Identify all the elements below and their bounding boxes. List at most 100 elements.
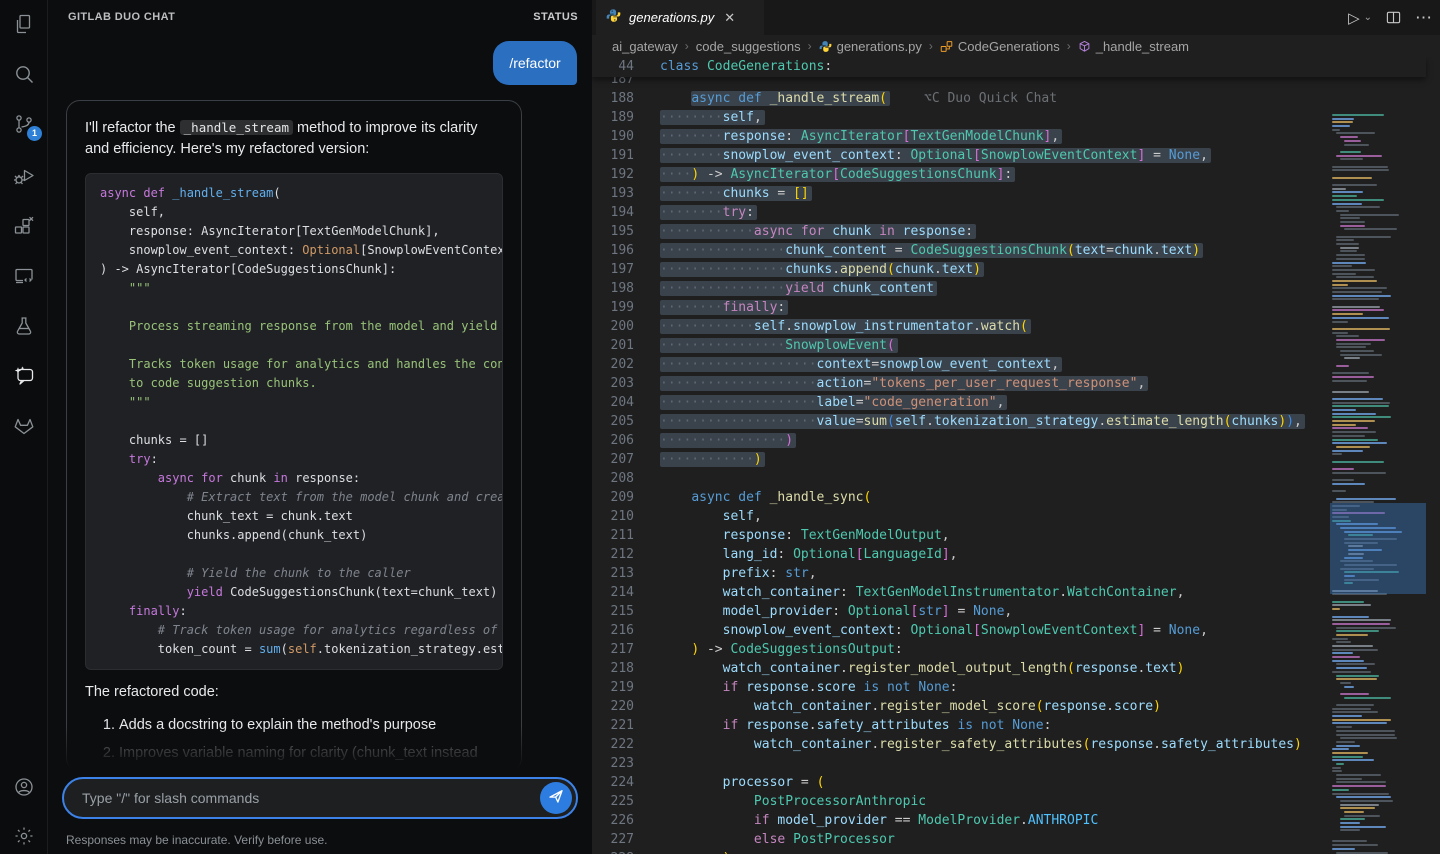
code-line-211[interactable]: 211 response: TextGenModelOutput, <box>592 526 1440 545</box>
paper-plane-icon <box>547 787 565 810</box>
line-number: 222 <box>592 735 634 754</box>
tab-close-icon[interactable]: ✕ <box>722 10 737 26</box>
chat-code-line: try: <box>100 450 502 469</box>
chat-code-line: chunk_text = chunk.text <box>100 507 502 526</box>
selection-highlight: ················chunks.append(chunk.text… <box>660 262 984 277</box>
code-line-190[interactable]: 190········response: AsyncIterator[TextG… <box>592 127 1440 146</box>
code-line-220[interactable]: 220 watch_container.register_model_score… <box>592 697 1440 716</box>
code-line-215[interactable]: 215 model_provider: Optional[str] = None… <box>592 602 1440 621</box>
code-line-224[interactable]: 224 processor = ( <box>592 773 1440 792</box>
code-line-213[interactable]: 213 prefix: str, <box>592 564 1440 583</box>
chat-code-block: async def _handle_stream( self, response… <box>85 173 503 670</box>
code-line-208[interactable]: 208 <box>592 469 1440 488</box>
code-line-228[interactable]: 228 ) <box>592 849 1440 854</box>
chat-input[interactable] <box>64 790 540 806</box>
chat-input-container <box>62 777 578 819</box>
code-line-221[interactable]: 221 if response.safety_attributes is not… <box>592 716 1440 735</box>
code-line-188[interactable]: 188 async def _handle_stream(⌥C Duo Quic… <box>592 89 1440 108</box>
chat-panel-header: GITLAB DUO CHAT STATUS <box>48 0 592 34</box>
search-icon[interactable] <box>12 62 36 86</box>
code-line-227[interactable]: 227 else PostProcessor <box>592 830 1440 849</box>
code-line-203[interactable]: 203····················action="tokens_pe… <box>592 374 1440 393</box>
code-line-222[interactable]: 222 watch_container.register_safety_attr… <box>592 735 1440 754</box>
code-line-212[interactable]: 212 lang_id: Optional[LanguageId], <box>592 545 1440 564</box>
code-line-191[interactable]: 191········snowplow_event_context: Optio… <box>592 146 1440 165</box>
selection-highlight: ····················context=snowplow_eve… <box>660 357 1062 372</box>
python-symbol-icon <box>819 40 832 53</box>
selection-highlight: ············self.snowplow_instrumentator… <box>660 319 1031 334</box>
run-python-file-button[interactable]: ▷⌄ <box>1348 9 1372 27</box>
method-symbol-icon <box>1078 40 1091 53</box>
code-line-214[interactable]: 214 watch_container: TextGenModelInstrum… <box>592 583 1440 602</box>
remote-explorer-icon[interactable] <box>12 264 36 288</box>
code-line-205[interactable]: 205····················value=sum(self.to… <box>592 412 1440 431</box>
assistant-message-text: I'll refactor the _handle_stream method … <box>85 117 503 160</box>
minimap[interactable] <box>1330 114 1426 854</box>
extensions-icon[interactable] <box>12 214 36 238</box>
duo-quick-chat-hint: ⌥C Duo Quick Chat <box>924 91 1057 106</box>
code-line-217[interactable]: 217 ) -> CodeSuggestionsOutput: <box>592 640 1440 659</box>
split-editor-button[interactable] <box>1386 10 1401 25</box>
source-control-icon[interactable]: 1 <box>12 112 36 136</box>
selection-highlight: ················SnowplowEvent( <box>660 338 898 353</box>
breadcrumb-item-code_suggestions[interactable]: code_suggestions <box>696 39 801 54</box>
selection-highlight: ········snowplow_event_context: Optional… <box>660 148 1211 163</box>
code-line-216[interactable]: 216 snowplow_event_context: Optional[Sno… <box>592 621 1440 640</box>
send-button[interactable] <box>540 782 572 814</box>
code-line-202[interactable]: 202····················context=snowplow_… <box>592 355 1440 374</box>
code-line-201[interactable]: 201················SnowplowEvent( <box>592 336 1440 355</box>
sticky-scroll-line[interactable]: 44class CodeGenerations: <box>592 57 1426 77</box>
code-line-207[interactable]: 207············) <box>592 450 1440 469</box>
code-line-225[interactable]: 225 PostProcessorAnthropic <box>592 792 1440 811</box>
code-line-199[interactable]: 199········finally: <box>592 298 1440 317</box>
chat-code-line: """ <box>100 393 502 412</box>
code-line-226[interactable]: 226 if model_provider == ModelProvider.A… <box>592 811 1440 830</box>
code-lines: 187188 async def _handle_stream(⌥C Duo Q… <box>592 70 1440 854</box>
code-editor[interactable]: 187188 async def _handle_stream(⌥C Duo Q… <box>592 57 1440 854</box>
code-line-197[interactable]: 197················chunks.append(chunk.t… <box>592 260 1440 279</box>
code-line-196[interactable]: 196················chunk_content = CodeS… <box>592 241 1440 260</box>
settings-icon[interactable] <box>12 824 36 848</box>
code-line-189[interactable]: 189········self, <box>592 108 1440 127</box>
code-line-210[interactable]: 210 self, <box>592 507 1440 526</box>
accounts-icon[interactable] <box>12 775 36 799</box>
more-actions-button[interactable]: ⋯ <box>1415 8 1432 28</box>
minimap-viewport[interactable] <box>1330 503 1426 594</box>
refactor-note-item: Adds a docstring to explain the method's… <box>119 714 503 736</box>
code-line-218[interactable]: 218 watch_container.register_model_outpu… <box>592 659 1440 678</box>
line-number: 211 <box>592 526 634 545</box>
chat-code-line: snowplow_event_context: Optional[Snowplo… <box>100 241 502 260</box>
breadcrumb-item-generationspy[interactable]: generations.py <box>819 39 922 54</box>
gitlab-icon[interactable] <box>12 414 36 438</box>
code-line-223[interactable]: 223 <box>592 754 1440 773</box>
duo-chat-icon[interactable] <box>12 364 36 388</box>
chat-status-link[interactable]: STATUS <box>533 11 578 23</box>
chat-disclaimer: Responses may be inaccurate. Verify befo… <box>66 833 327 847</box>
chat-code-line <box>100 336 502 355</box>
breadcrumb-item-_handle_stream[interactable]: _handle_stream <box>1078 39 1189 54</box>
code-line-195[interactable]: 195············async for chunk in respon… <box>592 222 1440 241</box>
line-number: 217 <box>592 640 634 659</box>
code-line-206[interactable]: 206················) <box>592 431 1440 450</box>
editor-tab-bar: generations.py ✕ ▷⌄ ⋯ <box>592 0 1440 35</box>
breadcrumb-item-ai_gateway[interactable]: ai_gateway <box>612 39 678 54</box>
chat-code-line: response: AsyncIterator[TextGenModelChun… <box>100 222 502 241</box>
code-line-198[interactable]: 198················yield chunk_content <box>592 279 1440 298</box>
selection-highlight: ····················value=sum(self.token… <box>660 414 1305 429</box>
line-number: 215 <box>592 602 634 621</box>
line-number: 199 <box>592 298 634 317</box>
code-line-200[interactable]: 200············self.snowplow_instrumenta… <box>592 317 1440 336</box>
breadcrumb-item-codegenerations[interactable]: CodeGenerations <box>940 39 1060 54</box>
code-line-194[interactable]: 194········try: <box>592 203 1440 222</box>
python-file-icon <box>606 8 621 28</box>
testing-icon[interactable] <box>12 314 36 338</box>
code-line-204[interactable]: 204····················label="code_gener… <box>592 393 1440 412</box>
code-line-193[interactable]: 193········chunks = [] <box>592 184 1440 203</box>
tab-generations-py[interactable]: generations.py ✕ <box>596 0 764 35</box>
run-debug-icon[interactable] <box>12 164 36 188</box>
explorer-icon[interactable] <box>12 12 36 36</box>
code-line-219[interactable]: 219 if response.score is not None: <box>592 678 1440 697</box>
code-line-192[interactable]: 192····) -> AsyncIterator[CodeSuggestion… <box>592 165 1440 184</box>
code-line-209[interactable]: 209 async def _handle_sync( <box>592 488 1440 507</box>
chat-code-line <box>100 545 502 564</box>
